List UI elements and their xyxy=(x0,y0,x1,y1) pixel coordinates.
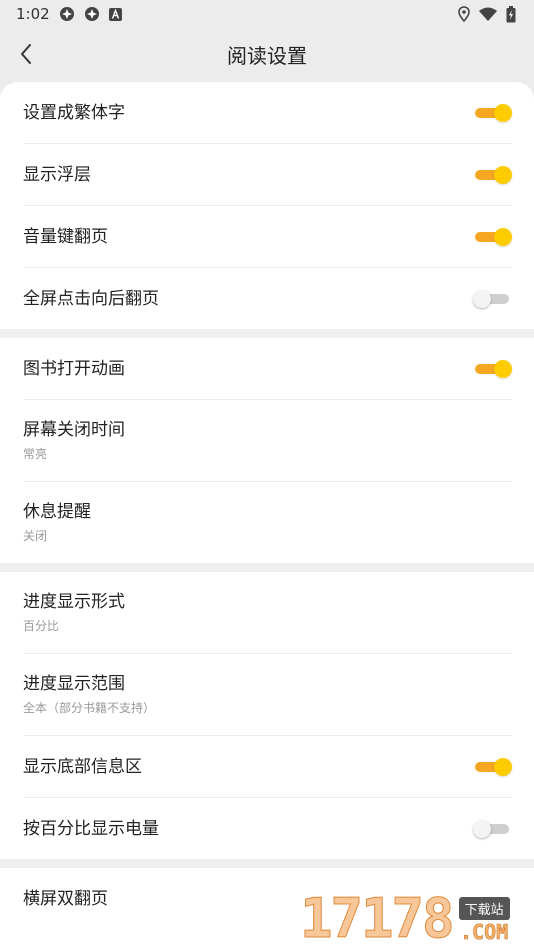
setting-label: 显示浮层 xyxy=(23,164,91,185)
toggle-switch[interactable] xyxy=(474,102,512,124)
setting-row-progress-format[interactable]: 进度显示形式 百分比 xyxy=(23,572,512,654)
app-notification-icon xyxy=(84,6,100,22)
setting-label: 屏幕关闭时间 xyxy=(23,420,125,440)
watermark-tag: 下载站 xyxy=(458,897,510,920)
settings-section-display: 设置成繁体字 显示浮层 音量键翻页 全屏点击向后翻页 xyxy=(0,82,534,329)
setting-value: 百分比 xyxy=(23,619,60,633)
settings-section-behavior: 图书打开动画 屏幕关闭时间 常亮 休息提醒 关闭 xyxy=(0,338,534,563)
toggle-switch[interactable] xyxy=(473,818,510,840)
setting-value: 全本（部分书籍不支持） xyxy=(23,701,156,715)
a-badge-icon xyxy=(108,7,122,21)
setting-label: 休息提醒 xyxy=(23,502,91,522)
setting-label: 图书打开动画 xyxy=(23,358,125,379)
back-button[interactable] xyxy=(12,40,40,68)
location-icon xyxy=(458,6,470,22)
setting-label: 按百分比显示电量 xyxy=(23,818,159,839)
setting-value: 关闭 xyxy=(23,529,48,543)
setting-row-book-open-animation[interactable]: 图书打开动画 xyxy=(23,338,512,400)
settings-list: 设置成繁体字 显示浮层 音量键翻页 全屏点击向后翻页 图书打开动画 屏幕关闭时间… xyxy=(0,82,534,950)
setting-row-volume-key-paging[interactable]: 音量键翻页 xyxy=(23,206,512,268)
setting-row-fullscreen-tap-forward[interactable]: 全屏点击向后翻页 xyxy=(23,268,512,329)
toggle-switch[interactable] xyxy=(473,288,510,310)
watermark-logo: 17178 下载站 .COM xyxy=(300,886,530,948)
status-bar: 1:02 xyxy=(0,0,534,28)
setting-label: 进度显示范围 xyxy=(23,674,125,694)
watermark-number: 17178 xyxy=(300,887,456,950)
setting-row-show-overlay[interactable]: 显示浮层 xyxy=(23,144,512,206)
setting-label: 进度显示形式 xyxy=(23,592,125,612)
battery-charging-icon xyxy=(506,5,516,23)
section-divider xyxy=(0,329,534,338)
setting-row-traditional-chinese[interactable]: 设置成繁体字 xyxy=(23,82,512,144)
watermark-domain: .COM xyxy=(459,920,509,945)
setting-row-battery-percent[interactable]: 按百分比显示电量 xyxy=(23,798,512,859)
setting-label: 音量键翻页 xyxy=(23,226,108,247)
section-divider xyxy=(0,859,534,868)
settings-section-progress: 进度显示形式 百分比 进度显示范围 全本（部分书籍不支持） 显示底部信息区 按百… xyxy=(0,572,534,859)
toggle-switch[interactable] xyxy=(474,164,512,186)
toggle-switch[interactable] xyxy=(474,226,512,248)
toggle-switch[interactable] xyxy=(474,358,512,380)
setting-row-screen-timeout[interactable]: 屏幕关闭时间 常亮 xyxy=(23,400,512,482)
app-bar: 阅读设置 xyxy=(0,28,534,80)
setting-row-bottom-info[interactable]: 显示底部信息区 xyxy=(23,736,512,798)
section-divider xyxy=(0,563,534,572)
setting-value: 常亮 xyxy=(23,447,48,461)
setting-row-progress-range[interactable]: 进度显示范围 全本（部分书籍不支持） xyxy=(23,654,512,736)
setting-label: 全屏点击向后翻页 xyxy=(23,288,159,309)
status-time: 1:02 xyxy=(16,5,50,23)
app-notification-icon xyxy=(59,6,75,22)
toggle-switch[interactable] xyxy=(474,756,512,778)
setting-label: 横屏双翻页 xyxy=(23,888,108,909)
page-title: 阅读设置 xyxy=(227,43,307,68)
setting-label: 显示底部信息区 xyxy=(23,756,142,777)
setting-label: 设置成繁体字 xyxy=(23,102,125,123)
back-arrow-icon xyxy=(21,44,31,64)
setting-row-rest-reminder[interactable]: 休息提醒 关闭 xyxy=(23,482,512,563)
wifi-icon xyxy=(479,7,497,21)
